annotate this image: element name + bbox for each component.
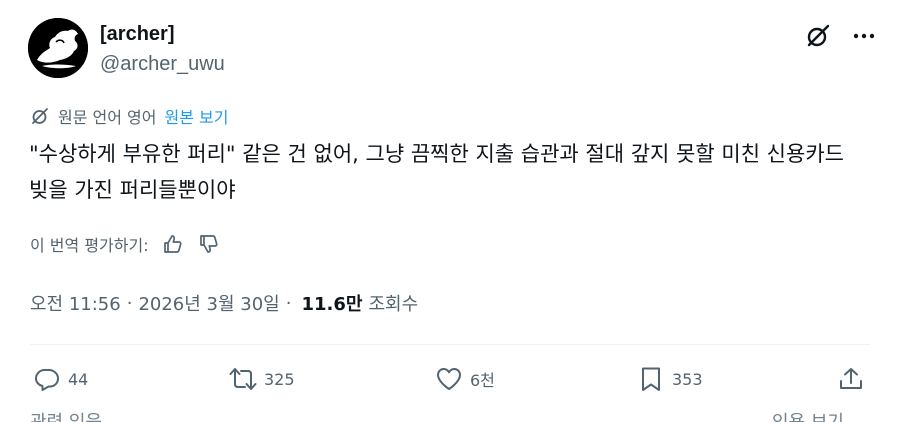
divider	[30, 344, 870, 345]
like-button[interactable]: 6천	[434, 364, 495, 394]
reply-count: 44	[68, 369, 89, 389]
header-actions	[804, 22, 878, 50]
bookmark-button[interactable]: 353	[636, 364, 703, 394]
repost-button[interactable]: 325	[228, 364, 295, 394]
handle[interactable]: @archer_uwu	[100, 52, 225, 76]
meta-separator: ·	[126, 292, 133, 314]
share-button[interactable]	[836, 364, 872, 394]
related-tab[interactable]: 관련 있음	[30, 408, 102, 422]
avatar[interactable]	[28, 18, 88, 78]
reply-button[interactable]: 44	[32, 364, 88, 394]
translation-note: 원문 언어 영어 원본 보기	[30, 104, 228, 128]
views-label: 조회수	[368, 294, 419, 315]
author-names: [archer] @archer_uwu	[100, 22, 225, 76]
view-quotes-tab[interactable]: 인용 보기	[772, 408, 844, 422]
show-original-link[interactable]: 원본 보기	[165, 104, 229, 128]
rate-translation: 이 번역 평가하기:	[30, 232, 221, 256]
views-count[interactable]: 11.6만	[301, 290, 362, 316]
heart-icon	[434, 364, 464, 394]
more-icon[interactable]	[850, 22, 878, 50]
reply-icon	[32, 364, 62, 394]
display-name[interactable]: [archer]	[100, 22, 225, 46]
bookmark-count: 353	[672, 369, 703, 389]
grok-icon	[30, 105, 52, 127]
like-count: 6천	[470, 371, 495, 390]
repost-count: 325	[264, 369, 295, 389]
grok-icon[interactable]	[804, 22, 832, 50]
translation-source-label: 원문 언어 영어	[58, 108, 157, 127]
share-icon	[836, 364, 866, 394]
tweet-header: [archer] @archer_uwu	[28, 18, 878, 80]
bookmark-icon	[636, 364, 666, 394]
rate-translation-label: 이 번역 평가하기:	[30, 236, 149, 255]
thumbs-down-icon[interactable]	[197, 232, 221, 256]
meta-separator: ·	[285, 292, 292, 314]
tweet-meta: 오전 11:56 · 2026년 3월 30일 · 11.6만 조회수	[30, 290, 418, 316]
tweet-time[interactable]: 오전 11:56	[30, 290, 121, 316]
tweet-text: "수상하게 부유한 퍼리" 같은 건 없어, 그냥 끔찍한 지출 습관과 절대 …	[29, 142, 844, 202]
repost-icon	[228, 364, 258, 394]
tweet-date[interactable]: 2026년 3월 30일	[138, 290, 279, 316]
action-bar: 44 325 6천 353	[30, 364, 870, 400]
thumbs-up-icon[interactable]	[161, 232, 185, 256]
